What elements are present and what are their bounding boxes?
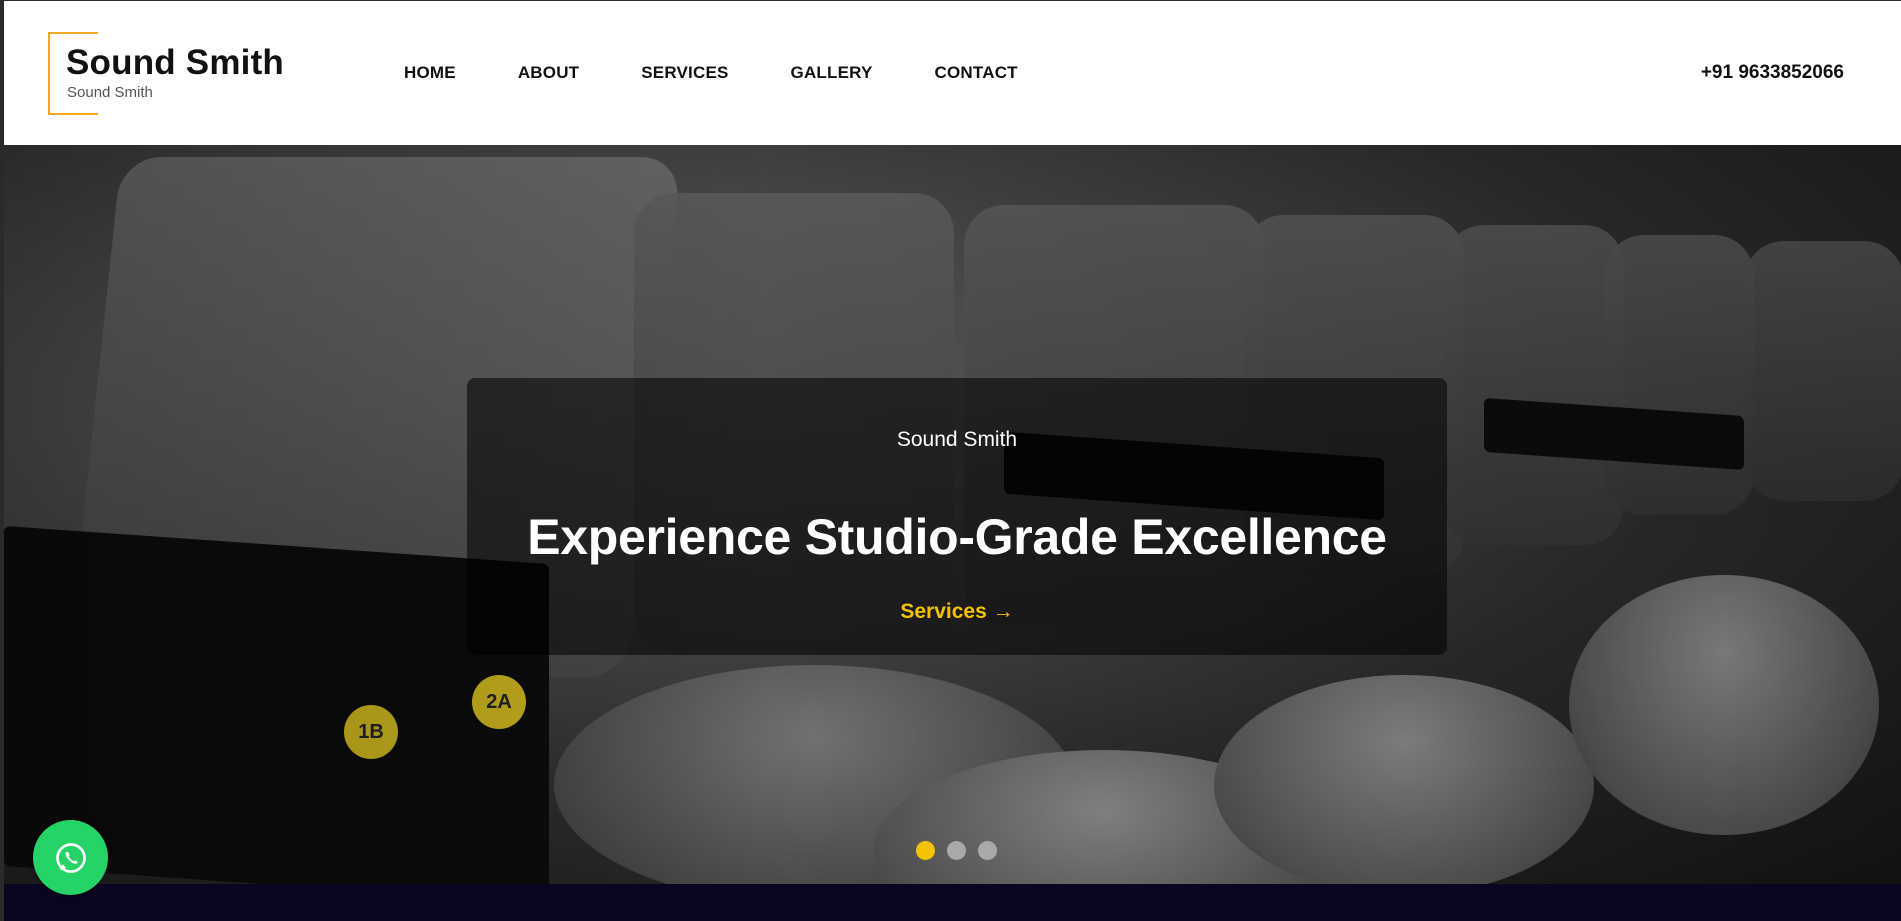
slider-dots — [916, 841, 997, 860]
brand-subtitle: Sound Smith — [67, 84, 153, 101]
hero-title: Experience Studio-Grade Excellence — [527, 509, 1387, 565]
nav-gallery[interactable]: GALLERY — [791, 63, 873, 83]
services-cta-link[interactable]: Services → — [467, 600, 1447, 624]
brand-logo[interactable]: Sound Smith Sound Smith — [48, 32, 284, 116]
nav-home[interactable]: HOME — [404, 63, 456, 83]
slider-dot-3[interactable] — [978, 841, 997, 860]
hero-caption-box: Sound Smith Experience Studio-Grade Exce… — [467, 378, 1447, 655]
whatsapp-icon — [55, 842, 86, 873]
site-header: Sound Smith Sound Smith HOME ABOUT SERVI… — [4, 1, 1901, 145]
hero-kicker: Sound Smith — [896, 428, 1018, 451]
page: Sound Smith Sound Smith HOME ABOUT SERVI… — [0, 0, 1901, 921]
nav-contact[interactable]: CONTACT — [935, 63, 1018, 83]
main-nav: HOME ABOUT SERVICES GALLERY CONTACT — [404, 63, 1080, 83]
brand-title: Sound Smith — [66, 43, 285, 82]
slider-dot-1[interactable] — [916, 841, 935, 860]
nav-about[interactable]: ABOUT — [518, 63, 579, 83]
slider-dot-2[interactable] — [947, 841, 966, 860]
whatsapp-button[interactable] — [33, 820, 108, 895]
phone-link[interactable]: +91 9633852066 — [1701, 62, 1844, 84]
footer-strip — [4, 884, 1901, 921]
nav-services[interactable]: SERVICES — [641, 63, 728, 83]
hero-banner: 1B 2A Sound Smith Experience Studio-Grad… — [4, 145, 1901, 884]
